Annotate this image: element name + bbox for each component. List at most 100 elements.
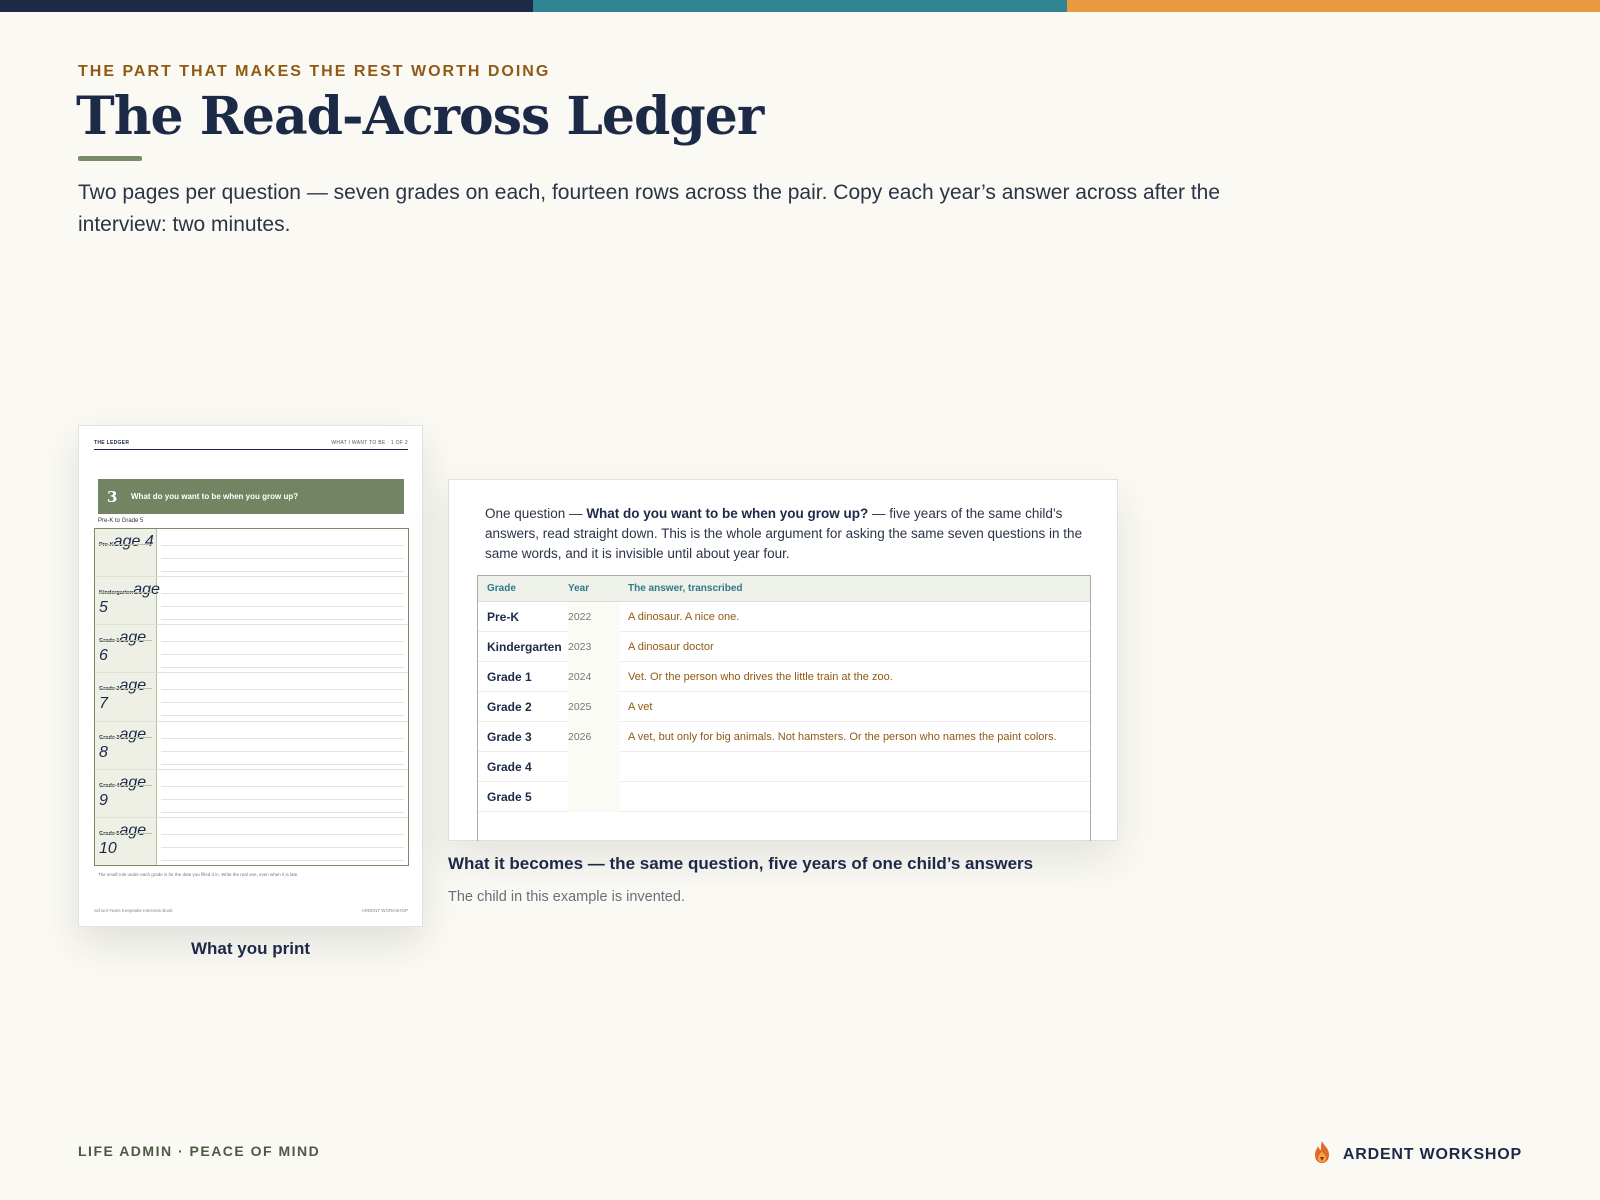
cell-grade: Pre-K: [487, 609, 520, 624]
cell-year: 2026: [568, 721, 620, 752]
print-ledger-row: Kindergartenage 5: [95, 577, 408, 626]
footer-tagline: LIFE ADMIN · PEACE OF MIND: [78, 1143, 321, 1159]
writing-lines: [161, 529, 404, 577]
cell-year: 2022: [568, 601, 620, 632]
date-rule: [99, 784, 152, 786]
brand-name: ARDENT WORKSHOP: [1342, 1145, 1522, 1163]
print-grade-label: Grade 1age 6: [95, 625, 157, 673]
print-ledger-row: Grade 1age 6: [95, 625, 408, 674]
table-header: Grade Year The answer, transcribed: [478, 576, 1090, 602]
table-row: Grade 4: [478, 751, 1090, 782]
footer-brand: ARDENT WORKSHOP: [1311, 1140, 1522, 1169]
grade-range: Pre-K to Grade 5: [98, 518, 144, 524]
print-grade-name: Grade 3: [99, 734, 120, 741]
writing-lines: [161, 625, 404, 673]
cell-grade: Grade 4: [487, 759, 532, 774]
top-color-bar: [0, 0, 1600, 12]
answers-table-card: One question — What do you want to be wh…: [448, 479, 1118, 841]
print-grade-age: age 10: [99, 821, 147, 857]
print-grade-age: age 8: [99, 725, 147, 761]
cell-answer: A vet, but only for big animals. Not ham…: [628, 730, 1057, 743]
page-title: The Read-Across Ledger: [76, 86, 764, 147]
table-row: Grade 1 2024 Vet. Or the person who drives…: [478, 661, 1090, 692]
print-grade-name: Grade 4: [99, 782, 120, 789]
top-bar-teal: [533, 0, 1067, 12]
cell-answer: A dinosaur. A nice one.: [628, 610, 740, 623]
cell-grade: Grade 3: [487, 729, 532, 744]
print-grade-age: age 5: [99, 581, 160, 617]
col-header-grade: Grade: [487, 583, 516, 594]
print-grade-label: Kindergartenage 5: [95, 577, 160, 625]
top-bar-navy: [0, 0, 534, 12]
cell-grade: Grade 2: [487, 699, 532, 714]
print-grade-label: Grade 2age 7: [95, 673, 157, 721]
print-caption: What you print: [191, 939, 310, 958]
print-grade-name: Grade 1: [99, 638, 120, 645]
date-rule: [99, 832, 152, 834]
print-grade-age: age 6: [99, 629, 147, 665]
cell-answer: A vet: [628, 700, 653, 713]
intro-question: What do you want to be when you grow up?: [586, 506, 869, 521]
print-ledger-row: Grade 5age 10: [95, 817, 408, 865]
table-body: Pre-K 2022 A dinosaur. A nice one. Kinderga…: [478, 601, 1090, 812]
cell-answer: Vet. Or the person who drives the little…: [628, 670, 893, 683]
print-grade-age: age 7: [99, 677, 147, 713]
cell-grade: Kindergarten: [487, 639, 562, 654]
running-head-left: THE LEDGER: [94, 440, 130, 446]
writing-lines: [161, 721, 404, 769]
print-page-preview: THE LEDGER WHAT I WANT TO BE · 1 OF 2 3 …: [78, 425, 423, 927]
table-row: Kindergarten 2023 A dinosaur doctor: [478, 631, 1090, 662]
print-footnote: The small rule under each grade is for t…: [98, 872, 299, 877]
cell-year: 2025: [568, 691, 620, 722]
lede-paragraph: Two pages per question — seven grades on…: [78, 181, 1221, 236]
top-bar-orange: [1066, 0, 1600, 12]
table-row: Grade 2 2025 A vet: [478, 691, 1090, 722]
running-head-right: WHAT I WANT TO BE · 1 OF 2: [331, 440, 408, 446]
cell-grade: Grade 5: [487, 789, 532, 804]
question-band: 3 What do you want to be when you grow u…: [98, 479, 404, 514]
date-rule: [99, 544, 152, 545]
cell-year: 2023: [568, 631, 620, 662]
print-footer-left: School-Years Keepsake Interview Book: [94, 908, 173, 913]
print-footer-right: ARDENT WORKSHOP: [361, 908, 408, 913]
print-grade-age: age 9: [99, 773, 147, 809]
col-header-year: Year: [568, 583, 590, 594]
print-grade-label: Grade 4age 9: [95, 769, 157, 817]
date-rule: [99, 688, 152, 690]
cell-grade: Grade 1: [487, 669, 532, 684]
table-row: Pre-K 2022 A dinosaur. A nice one.: [478, 601, 1090, 632]
question-text: What do you want to be when you grow up?: [131, 492, 299, 501]
cell-year: [568, 751, 620, 782]
print-grade-label: Grade 5age 10: [95, 817, 157, 865]
print-ledger-row: Grade 3age 8: [95, 721, 408, 770]
table-row: Grade 3 2026 A vet, but only for big anima…: [478, 721, 1090, 752]
writing-lines: [161, 673, 404, 721]
eyebrow: THE PART THAT MAKES THE REST WORTH DOING: [78, 63, 551, 80]
cell-answer: A dinosaur doctor: [628, 640, 714, 653]
cell-year: [568, 781, 620, 812]
date-rule: [99, 640, 152, 642]
print-grade-age: age 4: [113, 533, 154, 550]
print-ledger-row: Grade 4age 9: [95, 769, 408, 818]
print-ledger-row: Pre-Kage 4: [95, 529, 408, 578]
answers-table: Grade Year The answer, transcribed Pre-K…: [477, 575, 1091, 841]
print-ledger-row: Grade 2age 7: [95, 673, 408, 722]
print-grade-name: Pre-K: [99, 542, 114, 548]
table-intro: One question — What do you want to be wh…: [485, 506, 1083, 561]
writing-lines: [161, 577, 404, 625]
flame-logo-icon: [1311, 1140, 1333, 1169]
print-running-head: THE LEDGER WHAT I WANT TO BE · 1 OF 2: [94, 440, 408, 450]
col-header-answer: The answer, transcribed: [628, 583, 743, 594]
title-underline: [78, 156, 142, 161]
writing-lines: [161, 817, 404, 865]
print-grade-name: Grade 5: [99, 830, 120, 837]
print-grade-name: Grade 2: [99, 686, 120, 693]
date-rule: [99, 736, 152, 738]
table-row: Grade 5: [478, 781, 1090, 812]
question-number: 3: [107, 487, 118, 506]
print-grade-label: Grade 3age 8: [95, 721, 157, 769]
print-grade-label: Pre-Kage 4: [95, 529, 157, 577]
table-note: The child in this example is invented.: [448, 889, 685, 905]
writing-lines: [161, 769, 404, 817]
date-rule: [99, 592, 152, 594]
